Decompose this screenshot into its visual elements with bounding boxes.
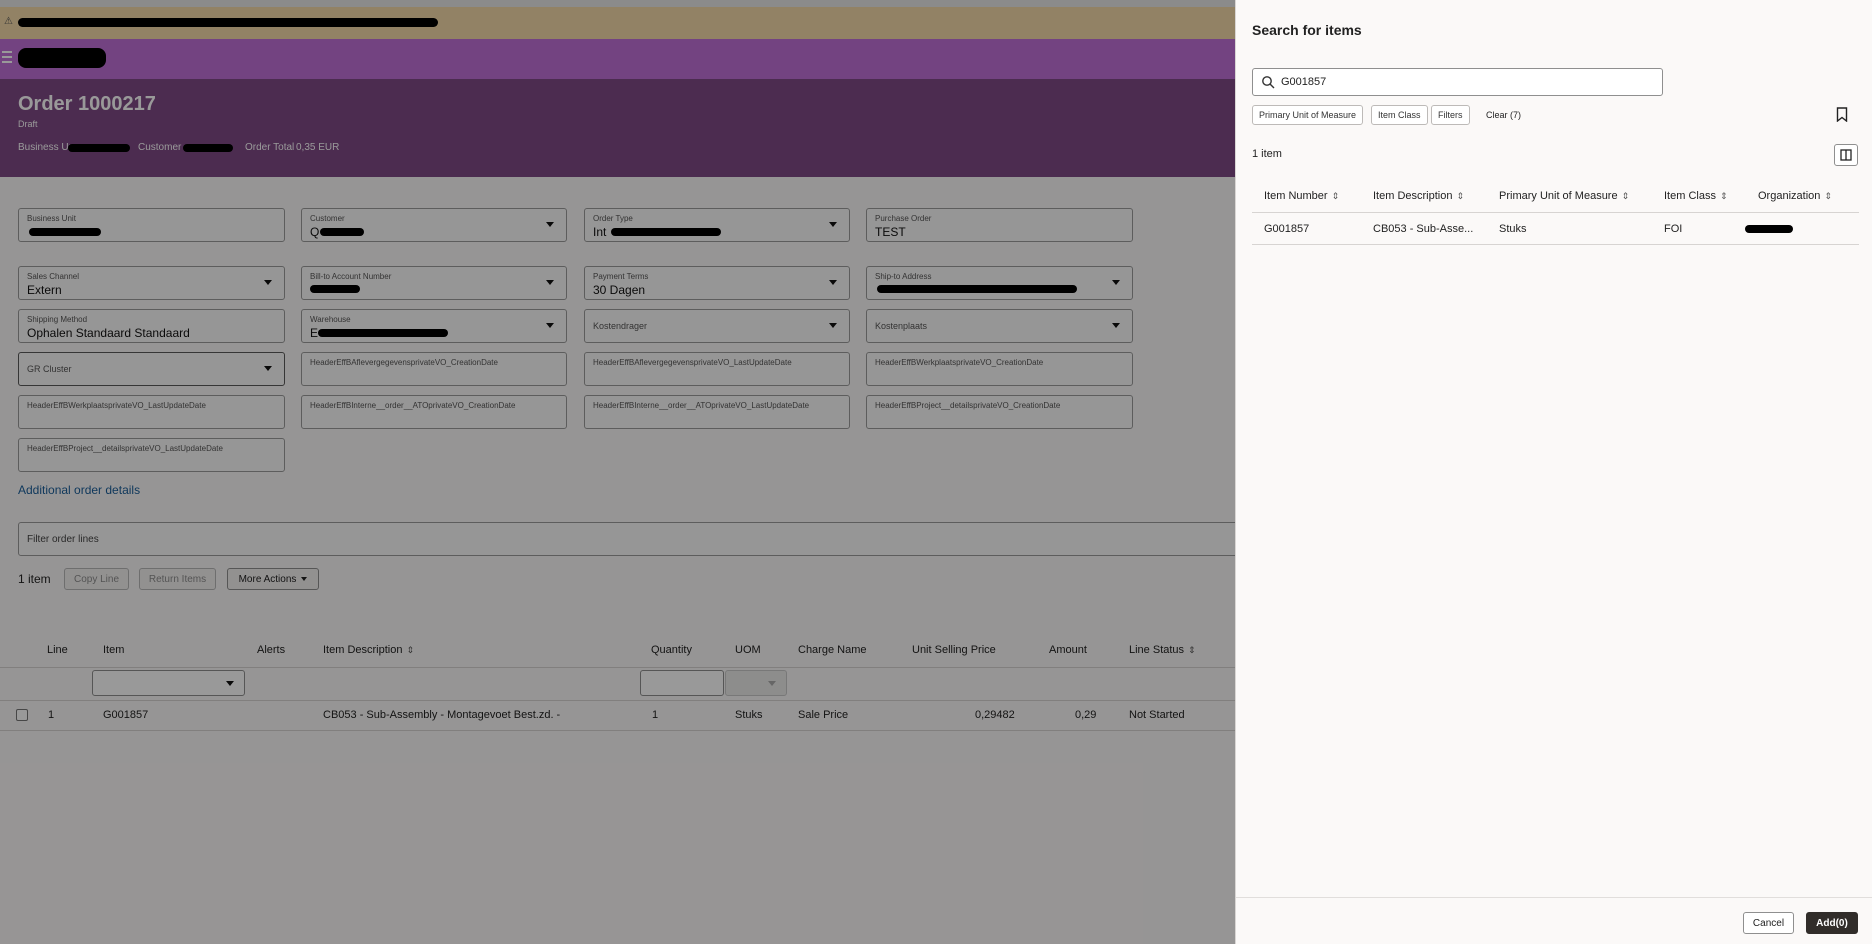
col-item-number[interactable]: Item Number ⇕ — [1264, 190, 1339, 202]
chip-filters[interactable]: Filters — [1431, 105, 1470, 125]
col-organization-label: Organization — [1758, 190, 1821, 202]
clear-filters-link[interactable]: Clear (7) — [1486, 110, 1521, 120]
col-item-description-label: Item Description — [1373, 190, 1453, 202]
drawer-title: Search for items — [1252, 22, 1362, 38]
add-button[interactable]: Add(0) — [1806, 912, 1858, 934]
search-results-count: 1 item — [1252, 148, 1282, 160]
col-item-description[interactable]: Item Description ⇕ — [1373, 190, 1464, 202]
panel-toggle-button[interactable] — [1834, 144, 1858, 166]
sort-icon[interactable]: ⇕ — [1456, 191, 1464, 201]
redacted-organization — [1745, 225, 1793, 233]
table-divider — [1252, 212, 1859, 213]
cancel-button[interactable]: Cancel — [1743, 912, 1794, 934]
search-icon — [1262, 76, 1275, 89]
col-item-class-label: Item Class — [1664, 190, 1716, 202]
col-organization[interactable]: Organization ⇕ — [1758, 190, 1832, 202]
search-items-drawer: Search for items Primary Unit of Measure… — [1235, 0, 1872, 944]
sort-icon[interactable]: ⇕ — [1332, 191, 1340, 201]
result-primary-uom: Stuks — [1499, 223, 1527, 235]
col-item-number-label: Item Number — [1264, 190, 1328, 202]
drawer-footer-divider — [1236, 897, 1872, 898]
col-primary-uom-label: Primary Unit of Measure — [1499, 190, 1618, 202]
table-divider — [1252, 244, 1859, 245]
bookmark-icon[interactable] — [1836, 107, 1848, 122]
col-primary-uom[interactable]: Primary Unit of Measure ⇕ — [1499, 190, 1629, 202]
result-item-class: FOI — [1664, 223, 1683, 235]
col-item-class[interactable]: Item Class ⇕ — [1664, 190, 1728, 202]
sort-icon[interactable]: ⇕ — [1622, 191, 1630, 201]
result-item-number-link[interactable]: G001857 — [1264, 223, 1309, 235]
chip-item-class[interactable]: Item Class — [1371, 105, 1428, 125]
item-search-input[interactable] — [1281, 73, 1651, 91]
result-item-description: CB053 - Sub-Asse... — [1373, 223, 1474, 235]
sort-icon[interactable]: ⇕ — [1824, 191, 1832, 201]
columns-icon — [1840, 149, 1852, 161]
chip-primary-uom[interactable]: Primary Unit of Measure — [1252, 105, 1364, 125]
sort-icon[interactable]: ⇕ — [1720, 191, 1728, 201]
item-search-field[interactable] — [1252, 68, 1663, 96]
